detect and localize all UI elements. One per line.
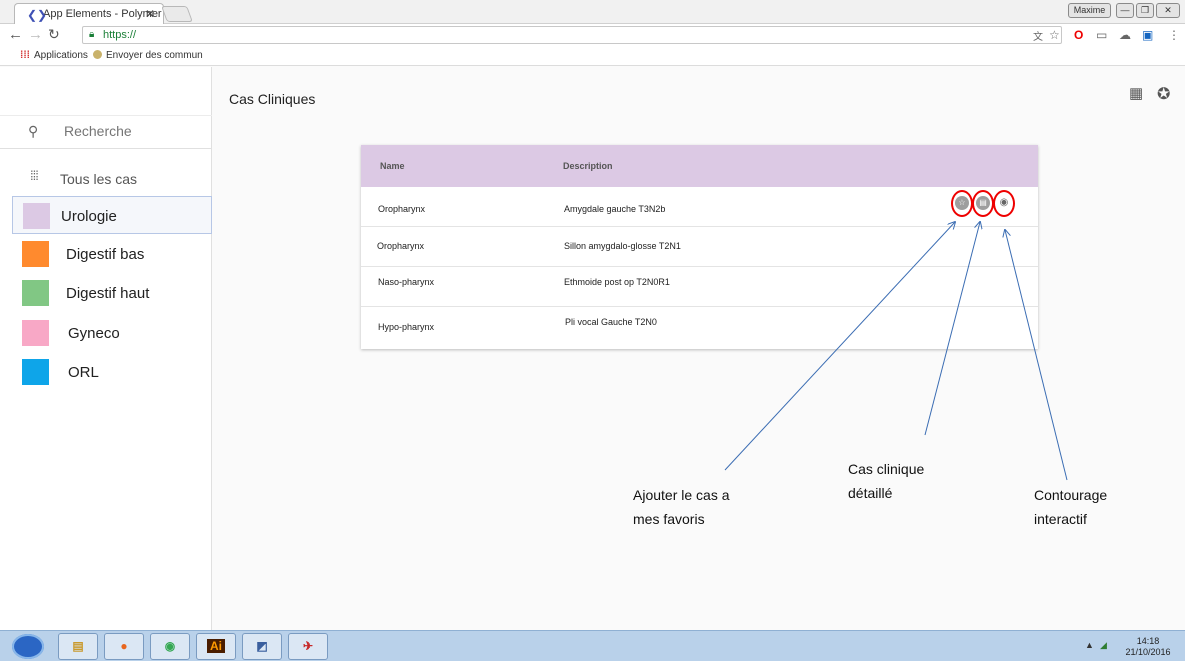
annotation-favorites: Ajouter le cas a mes favoris [633, 487, 730, 527]
arrow-contouring [1005, 230, 1068, 481]
chrome-icon[interactable]: ◉ [150, 633, 190, 660]
arrow-favorites [724, 222, 955, 471]
firefox-icon[interactable]: ● [104, 633, 144, 660]
chart-app-icon[interactable]: ◩ [242, 633, 282, 660]
network-icon[interactable]: ◢ [1100, 640, 1107, 651]
start-button[interactable] [12, 634, 44, 659]
illustrator-icon[interactable]: Ai [196, 633, 236, 660]
annotation-contouring: Contourage interactif [1034, 487, 1108, 527]
arrow-detailed [924, 222, 980, 436]
explorer-icon[interactable]: ▤ [58, 633, 98, 660]
annotation-arrows [724, 0, 1068, 481]
taskbar-clock[interactable]: 14:18 21/10/2016 [1118, 636, 1178, 658]
tray-expand-icon[interactable]: ▲ [1085, 640, 1094, 650]
annotation-detailed: Cas clinique détaillé [848, 461, 925, 501]
red-app-icon[interactable]: ✈ [288, 633, 328, 660]
windows-taskbar: ▤ ● ◉ Ai ◩ ✈ ▲ ◢ 14:18 21/10/2016 [0, 630, 1185, 661]
